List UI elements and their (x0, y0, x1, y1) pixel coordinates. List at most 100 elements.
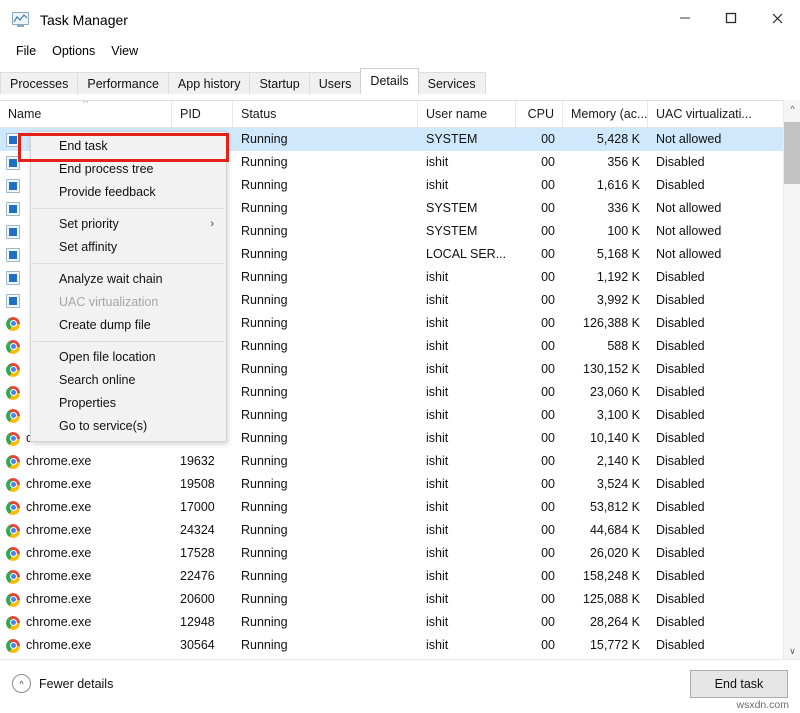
cell-memory: 125,088 K (563, 588, 648, 611)
cell-pid: 19632 (172, 450, 233, 473)
tab-processes[interactable]: Processes (0, 72, 78, 94)
cell-cpu: 00 (516, 220, 563, 243)
cell-pid: 17000 (172, 496, 233, 519)
cell-uac-virtualization: Disabled (648, 496, 783, 519)
chrome-icon (6, 317, 20, 331)
cell-cpu: 00 (516, 496, 563, 519)
context-menu-item-search-online[interactable]: Search online (31, 369, 226, 392)
cell-memory: 26,020 K (563, 542, 648, 565)
cell-cpu: 00 (516, 197, 563, 220)
cell-memory: 336 K (563, 197, 648, 220)
column-header-cpu[interactable]: CPU (516, 101, 563, 127)
menu-item-view[interactable]: View (103, 42, 146, 60)
cell-cpu: 00 (516, 128, 563, 151)
maximize-button[interactable] (708, 0, 754, 36)
tab-services[interactable]: Services (418, 72, 486, 94)
table-row[interactable]: chrome.exe12948Runningishit0028,264 KDis… (0, 611, 800, 634)
table-row[interactable]: chrome.exe22476Runningishit00158,248 KDi… (0, 565, 800, 588)
chrome-icon (6, 432, 20, 446)
cell-uac-virtualization: Disabled (648, 427, 783, 450)
table-row[interactable]: chrome.exe17528Runningishit0026,020 KDis… (0, 542, 800, 565)
context-menu-item-set-priority[interactable]: Set priority› (31, 213, 226, 236)
context-menu-item-set-affinity[interactable]: Set affinity (31, 236, 226, 259)
process-name-label: chrome.exe (26, 450, 91, 473)
close-button[interactable] (754, 0, 800, 36)
cell-user-name: ishit (418, 289, 516, 312)
context-menu-item-end-process-tree[interactable]: End process tree (31, 158, 226, 181)
table-row[interactable]: chrome.exe24324Runningishit0044,684 KDis… (0, 519, 800, 542)
process-name-label: chrome.exe (26, 473, 91, 496)
cell-memory: 10,140 K (563, 427, 648, 450)
cell-name: chrome.exe (0, 565, 172, 588)
cell-name: chrome.exe (0, 450, 172, 473)
tab-users[interactable]: Users (309, 72, 362, 94)
cell-user-name: ishit (418, 450, 516, 473)
cell-user-name: ishit (418, 358, 516, 381)
cell-uac-virtualization: Not allowed (648, 128, 783, 151)
cell-memory: 44,684 K (563, 519, 648, 542)
cell-cpu: 00 (516, 289, 563, 312)
tab-startup[interactable]: Startup (249, 72, 309, 94)
cell-memory: 15,772 K (563, 634, 648, 657)
context-menu-item-provide-feedback[interactable]: Provide feedback (31, 181, 226, 204)
fewer-details-button[interactable]: ^ Fewer details (12, 674, 113, 693)
column-header-user-name[interactable]: User name (418, 101, 516, 127)
end-task-button[interactable]: End task (690, 670, 788, 698)
process-name-label: chrome.exe (26, 588, 91, 611)
cell-uac-virtualization: Disabled (648, 381, 783, 404)
tab-strip: Processes Performance App history Startu… (0, 68, 800, 94)
column-header-status[interactable]: Status (233, 101, 418, 127)
context-menu-item-create-dump-file[interactable]: Create dump file (31, 314, 226, 337)
chevron-up-circle-icon: ^ (12, 674, 31, 693)
cell-uac-virtualization: Disabled (648, 289, 783, 312)
context-menu-separator (33, 208, 224, 209)
cell-uac-virtualization: Disabled (648, 473, 783, 496)
cell-cpu: 00 (516, 151, 563, 174)
menu-item-file[interactable]: File (8, 42, 44, 60)
cell-cpu: 00 (516, 266, 563, 289)
cell-status: Running (233, 427, 418, 450)
table-row[interactable]: chrome.exe20600Runningishit00125,088 KDi… (0, 588, 800, 611)
table-row[interactable]: chrome.exe19632Runningishit002,140 KDisa… (0, 450, 800, 473)
cell-memory: 356 K (563, 151, 648, 174)
system-process-icon (6, 179, 20, 193)
context-menu-item-end-task[interactable]: End task (31, 135, 226, 158)
scrollbar-thumb[interactable] (784, 122, 800, 184)
tab-performance[interactable]: Performance (77, 72, 169, 94)
cell-status: Running (233, 588, 418, 611)
scroll-up-arrow-icon[interactable]: ^ (784, 100, 800, 117)
cell-uac-virtualization: Disabled (648, 588, 783, 611)
context-menu-item-open-file-location[interactable]: Open file location (31, 346, 226, 369)
tab-details[interactable]: Details (360, 68, 418, 94)
scroll-down-arrow-icon[interactable]: ∨ (784, 643, 800, 660)
system-process-icon (6, 225, 20, 239)
cell-status: Running (233, 473, 418, 496)
context-menu-item-analyze-wait-chain[interactable]: Analyze wait chain (31, 268, 226, 291)
table-row[interactable]: chrome.exe19508Runningishit003,524 KDisa… (0, 473, 800, 496)
menu-item-options[interactable]: Options (44, 42, 103, 60)
minimize-button[interactable] (662, 0, 708, 36)
column-header-name[interactable]: ^ Name (0, 101, 172, 127)
cell-cpu: 00 (516, 312, 563, 335)
system-process-icon (6, 156, 20, 170)
table-row[interactable]: chrome.exe30564Runningishit0015,772 KDis… (0, 634, 800, 657)
cell-uac-virtualization: Not allowed (648, 243, 783, 266)
column-header-memory[interactable]: Memory (ac... (563, 101, 648, 127)
cell-user-name: ishit (418, 473, 516, 496)
process-name-label: chrome.exe (26, 542, 91, 565)
process-context-menu: End taskEnd process treeProvide feedback… (30, 131, 227, 442)
title-bar: Task Manager (0, 0, 800, 40)
cell-user-name: ishit (418, 496, 516, 519)
context-menu-item-label: Set priority (59, 217, 119, 231)
cell-pid: 30564 (172, 634, 233, 657)
column-header-uac-virtualization[interactable]: UAC virtualizati... (648, 101, 783, 127)
cell-uac-virtualization: Disabled (648, 335, 783, 358)
context-menu-item-go-to-service-s[interactable]: Go to service(s) (31, 415, 226, 438)
process-name-label: chrome.exe (26, 519, 91, 542)
column-header-pid[interactable]: PID (172, 101, 233, 127)
context-menu-item-properties[interactable]: Properties (31, 392, 226, 415)
table-row[interactable]: chrome.exe17000Runningishit0053,812 KDis… (0, 496, 800, 519)
cell-user-name: SYSTEM (418, 128, 516, 151)
vertical-scrollbar[interactable]: ^ ∨ (783, 100, 800, 660)
tab-app-history[interactable]: App history (168, 72, 251, 94)
